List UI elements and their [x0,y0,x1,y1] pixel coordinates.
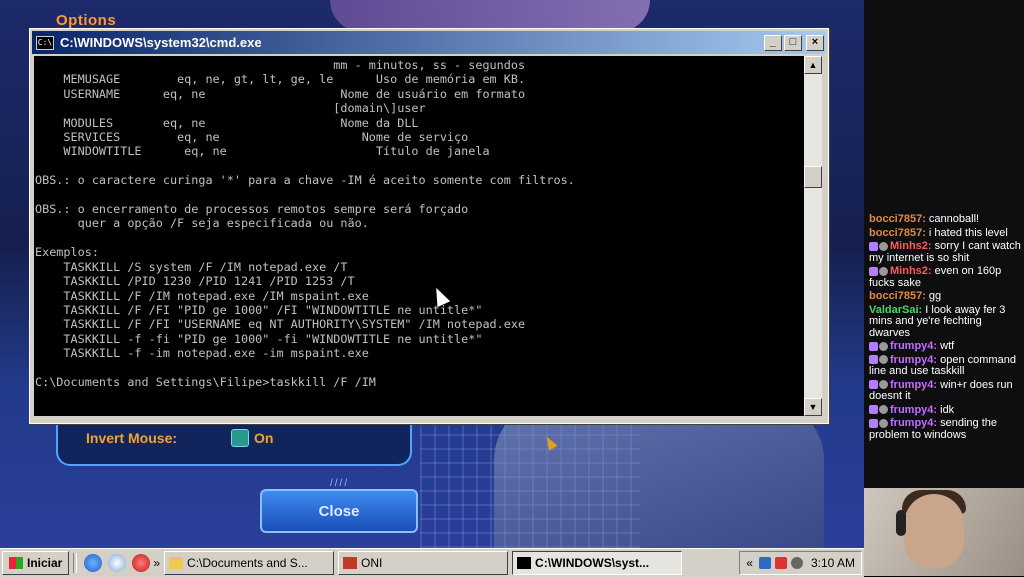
options-heading: Options [56,12,117,29]
network-icon[interactable] [758,557,771,569]
taskbar-item[interactable]: C:\Documents and S... [164,551,335,575]
chat-message: Minhs2: sorry I cant watch my internet i… [869,240,1021,264]
game-background-pattern [420,420,640,548]
chat-username[interactable]: bocci7857: [869,213,926,225]
folder-icon [169,557,184,569]
badge-icon [879,355,888,365]
system-tray: « 3:10 AM [739,551,862,575]
cmd-window[interactable]: C:\ C:\WINDOWS\system32\cmd.exe _ □ × mm… [29,28,829,424]
scroll-down-icon[interactable]: ▼ [804,398,822,416]
chat-text: idk [937,403,955,416]
invert-mouse-label: Invert Mouse: [86,430,178,446]
close-window-button[interactable]: × [806,35,824,51]
chat-username[interactable]: frumpy4: [890,340,937,352]
badge-icon [879,418,888,428]
minimize-button[interactable]: _ [764,35,782,51]
badge-icon [869,241,878,251]
desktop-icon[interactable] [108,554,127,572]
taskbar: Iniciar » C:\Documents and S... ONI C:\WIN… [0,548,864,577]
badge-icon [869,380,878,390]
webcam-overlay [864,488,1024,576]
chat-message: ValdarSai: I look away fer 3 mins and ye… [869,304,1021,340]
taskbar-item-label: ONI [361,556,383,570]
badge-icon [879,380,888,390]
scroll-up-icon[interactable]: ▲ [804,56,822,74]
chat-message: frumpy4: idk [869,403,1021,417]
chat-message: frumpy4: win+r does run doesnt it [869,379,1021,403]
badge-icon [869,418,878,428]
cmd-icon[interactable]: C:\ [36,35,54,50]
close-button-decoration: //// [330,478,350,489]
chat-username[interactable]: frumpy4: [890,379,937,391]
close-button[interactable]: Close [260,489,418,533]
chat-username[interactable]: Minhs2: [890,265,932,277]
badge-icon [879,341,888,351]
start-label: Iniciar [27,556,63,570]
chat-text: cannoball! [925,213,980,225]
taskbar-item-label: C:\Documents and S... [187,556,308,570]
chat-username[interactable]: ValdarSai: [869,304,922,316]
badge-icon [879,241,888,251]
cmd-titlebar[interactable]: C:\ C:\WINDOWS\system32\cmd.exe _ □ × [32,31,826,54]
chat-messages: bocci7857: cannoball! bocci7857: i hated … [869,213,1021,443]
chat-message: bocci7857: cannoball! [869,213,1021,226]
badge-icon [869,355,878,365]
taskbar-separator [73,553,78,573]
badge-icon [869,405,878,415]
chat-message: frumpy4: wtf [869,340,1021,353]
badge-icon [879,405,888,415]
chat-message: Minhs2: even on 160p fucks sake [869,265,1021,289]
chat-username[interactable]: frumpy4: [890,404,937,416]
headphones-icon [896,510,906,536]
badge-icon [879,266,888,276]
maximize-button[interactable]: □ [784,35,802,51]
invert-mouse-checkbox[interactable] [231,429,249,447]
stream-chat: bocci7857: cannoball! bocci7857: i hated … [864,0,1024,488]
badge-icon [869,266,878,276]
oni-icon [343,557,358,569]
chat-username[interactable]: bocci7857: [869,290,926,302]
chat-message: bocci7857: i hated this level [869,226,1021,240]
chat-text: gg [925,290,942,302]
windows-flag-icon [9,557,23,569]
chat-message: frumpy4: sending the problem to windows [869,417,1021,441]
webcam-face [904,494,964,568]
chat-message: frumpy4: open command line and use taskk… [869,354,1021,378]
cmd-icon [517,557,532,569]
volume-icon[interactable] [790,557,803,569]
clock: 3:10 AM [810,556,855,570]
invert-mouse-value: On [254,430,274,446]
taskbar-item[interactable]: C:\WINDOWS\syst... [512,551,683,575]
chat-text: even on 160p fucks sake [869,265,1002,289]
badge-icon [869,341,878,351]
console-output[interactable]: mm - minutos, ss - segundos MEMUSAGE eq,… [34,56,804,416]
chat-username[interactable]: frumpy4: [890,354,937,366]
security-icon[interactable] [774,557,787,569]
chat-username[interactable]: bocci7857: [869,227,926,239]
chat-username[interactable]: Minhs2: [890,240,932,252]
chat-username[interactable]: frumpy4: [890,417,937,429]
ie-icon[interactable] [84,554,103,572]
cmd-title: C:\WINDOWS\system32\cmd.exe [60,35,262,50]
taskbar-item[interactable]: ONI [338,551,509,575]
console-text: mm - minutos, ss - segundos MEMUSAGE eq,… [35,58,575,389]
chat-text: wtf [937,340,955,352]
task-list: C:\Documents and S... ONI C:\WINDOWS\syst.… [160,551,683,575]
scroll-thumb[interactable] [804,166,822,188]
tray-more-icon[interactable]: « [746,556,753,570]
media-icon[interactable] [132,554,151,572]
chat-text: i hated this level [925,226,1008,239]
quick-launch-more-icon[interactable]: » [153,556,160,570]
console-scrollbar[interactable]: ▲ ▼ [804,56,822,416]
start-button[interactable]: Iniciar [2,551,70,575]
chat-message: bocci7857: gg [869,290,1021,303]
taskbar-item-label: C:\WINDOWS\syst... [535,556,650,570]
